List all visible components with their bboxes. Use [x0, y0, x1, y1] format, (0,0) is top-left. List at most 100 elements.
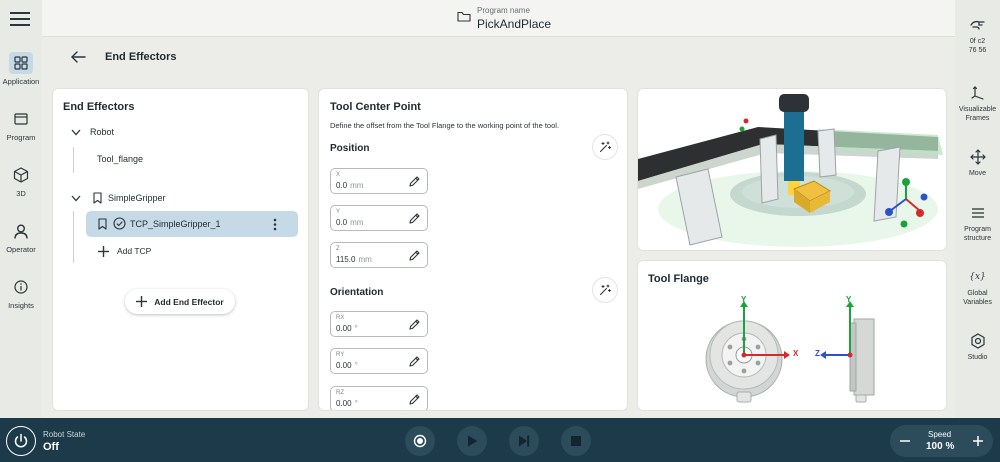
hamburger-menu-icon[interactable]: [10, 10, 30, 28]
page-title: End Effectors: [105, 51, 177, 63]
back-arrow-icon[interactable]: [70, 50, 86, 64]
robot-id-item[interactable]: 0f c2 76 56: [955, 16, 1000, 55]
pencil-icon[interactable]: [408, 175, 421, 188]
3d-scene[interactable]: [638, 89, 946, 250]
position-y-field[interactable]: Y 0.0 mm: [330, 205, 428, 231]
program-name-label: Program name: [477, 6, 530, 15]
studio-item[interactable]: Studio: [955, 332, 1000, 362]
power-button[interactable]: [6, 426, 36, 456]
field-value: 0.00: [336, 324, 352, 333]
speed-label: Speed: [928, 430, 952, 439]
nav-label: Program: [6, 133, 36, 142]
flange-front-diagram: [705, 301, 790, 403]
minus-icon[interactable]: [899, 435, 911, 447]
program-structure-item[interactable]: Program structure: [955, 204, 1000, 243]
chevron-down-icon[interactable]: [71, 195, 81, 202]
bookmark-icon: [93, 192, 102, 204]
chevron-down-icon[interactable]: [71, 129, 81, 136]
orientation-rx-field[interactable]: RX 0.00 °: [330, 311, 428, 337]
hexagon-icon: [955, 332, 1000, 350]
window-icon: [9, 108, 33, 130]
pencil-icon[interactable]: [408, 212, 421, 225]
field-unit: mm: [350, 218, 364, 227]
front-axis-y-label: Y: [741, 295, 747, 304]
global-variables-item[interactable]: {x} Global Variables: [955, 268, 1000, 307]
tree-line: [73, 147, 74, 173]
tool-flange-card: Tool Flange Y X Y Z: [638, 261, 946, 410]
magic-wand-icon: [599, 141, 611, 153]
power-icon: [14, 433, 28, 448]
check-circle-icon: [113, 217, 126, 230]
cube-icon: [9, 164, 33, 186]
speed-value: 100 %: [926, 441, 955, 452]
pencil-icon[interactable]: [408, 393, 421, 406]
robot-state-label: Robot State: [43, 430, 86, 439]
magic-wand-button[interactable]: [593, 135, 617, 159]
field-value: 0.00: [336, 361, 352, 370]
tree-item-robot[interactable]: Robot: [90, 127, 114, 137]
nav-operator[interactable]: Operator: [0, 220, 42, 254]
flange-side-diagram: [820, 301, 875, 403]
tree-item-tcp-selected[interactable]: TCP_SimpleGripper_1: [86, 211, 298, 237]
studio-label: Studio: [967, 354, 988, 361]
move-icon: [955, 148, 1000, 166]
add-tcp-label: Add TCP: [117, 246, 152, 256]
tcp-title: Tool Center Point: [330, 101, 421, 113]
pencil-icon[interactable]: [408, 355, 421, 368]
nav-insights[interactable]: Insights: [0, 276, 42, 310]
end-effectors-card: End Effectors Robot Tool_flange SimpleGr…: [53, 89, 308, 410]
tree-item-tool-flange[interactable]: Tool_flange: [97, 154, 143, 164]
pencil-icon[interactable]: [408, 318, 421, 331]
3d-viewport-card[interactable]: [638, 89, 946, 250]
play-button[interactable]: [457, 426, 487, 456]
nav-application[interactable]: Application: [0, 52, 42, 86]
magic-wand-icon: [599, 284, 611, 296]
speed-control: Speed 100 %: [890, 425, 993, 457]
top-header: Program name PickAndPlace: [42, 0, 955, 37]
position-x-field[interactable]: X 0.0 mm: [330, 168, 428, 194]
tree-item-simple-gripper[interactable]: SimpleGripper: [108, 193, 166, 203]
nav-program[interactable]: Program: [0, 108, 42, 142]
field-label: Z: [336, 246, 340, 252]
orientation-ry-field[interactable]: RY 0.00 °: [330, 348, 428, 374]
side-axis-z-label: Z: [815, 349, 820, 358]
field-label: Y: [336, 209, 341, 215]
tool-flange-title: Tool Flange: [648, 273, 709, 285]
step-forward-icon: [519, 435, 530, 447]
orientation-title: Orientation: [330, 287, 384, 298]
magic-wand-button[interactable]: [593, 278, 617, 302]
tree-line: [73, 211, 74, 263]
field-value: 0.0: [336, 218, 348, 227]
move-item[interactable]: Move: [955, 148, 1000, 178]
field-unit: mm: [350, 181, 364, 190]
program-structure-label: Program structure: [963, 226, 992, 242]
step-button[interactable]: [509, 426, 539, 456]
hand-icon: [955, 16, 1000, 34]
field-label: RY: [336, 352, 345, 358]
add-end-effector-button[interactable]: Add End Effector: [125, 289, 235, 314]
main-content: End Effectors End Effectors Robot Tool_f…: [42, 37, 955, 418]
stop-button[interactable]: [561, 426, 591, 456]
nav-label: Application: [2, 77, 40, 86]
field-value: 115.0: [336, 255, 356, 264]
axes-icon: [955, 84, 1000, 102]
pencil-icon[interactable]: [408, 249, 421, 262]
side-axis-y-label: Y: [846, 295, 852, 304]
nav-3d[interactable]: 3D: [0, 164, 42, 198]
record-button[interactable]: [405, 426, 435, 456]
orientation-rz-field[interactable]: RZ 0.00 °: [330, 386, 428, 410]
variable-icon: {x}: [969, 271, 986, 282]
field-unit: °: [354, 399, 358, 408]
tcp-description: Define the offset from the Tool Flange t…: [330, 121, 560, 130]
field-unit: °: [354, 324, 358, 333]
plus-icon[interactable]: [972, 435, 984, 447]
stop-icon: [571, 436, 581, 446]
more-vertical-icon[interactable]: [273, 218, 277, 231]
position-z-field[interactable]: Z 115.0 mm: [330, 242, 428, 268]
grid-icon: [9, 52, 33, 74]
plus-icon: [98, 245, 109, 257]
info-icon: [9, 276, 33, 298]
visualizable-frames-label: Visualizable Frames: [958, 106, 997, 122]
add-tcp-button[interactable]: Add TCP: [98, 242, 151, 260]
visualizable-frames-item[interactable]: Visualizable Frames: [955, 84, 1000, 123]
